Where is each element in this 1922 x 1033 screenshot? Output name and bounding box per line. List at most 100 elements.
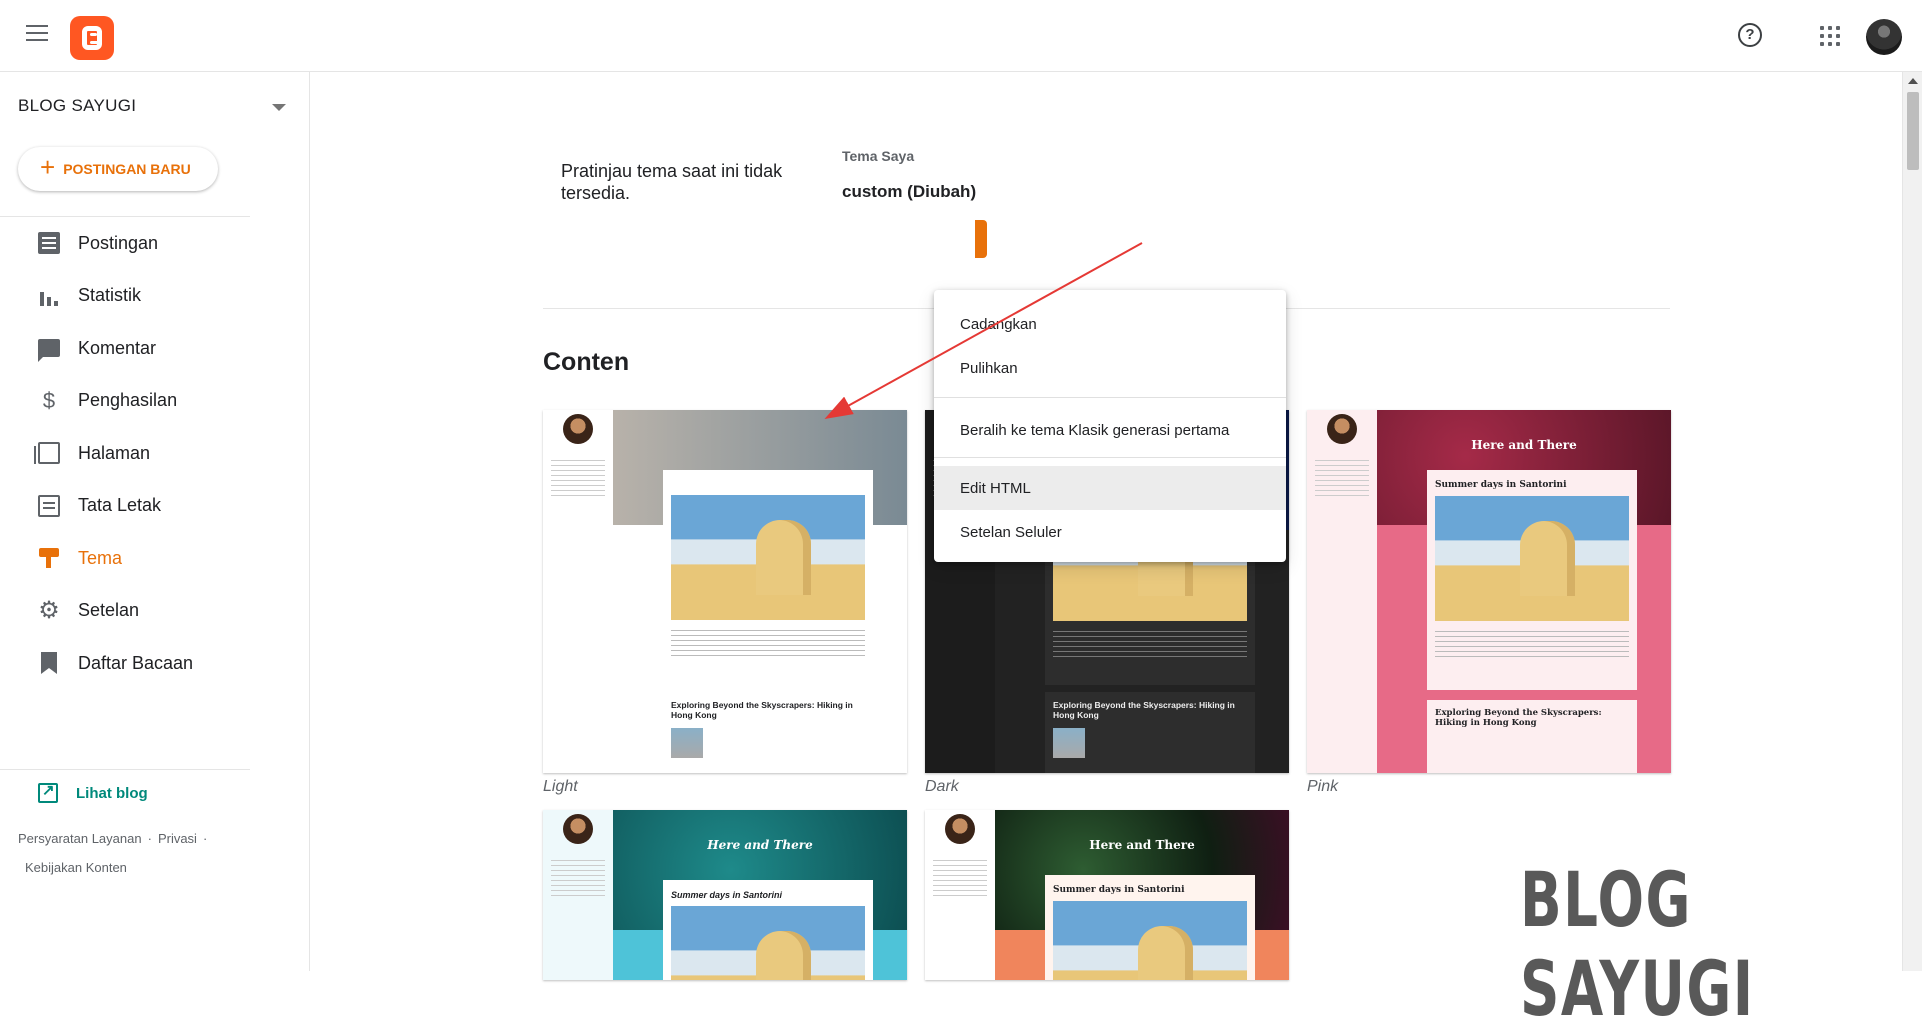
- stats-icon: [38, 285, 60, 307]
- sidebar-item-label: Komentar: [78, 337, 157, 358]
- main-content: Pratinjau tema saat ini tidak tersedia. …: [311, 72, 1901, 980]
- card-post-title: Summer days in Santorini: [671, 890, 783, 900]
- layout-icon: [38, 494, 60, 517]
- bookmark-icon: [41, 652, 57, 675]
- customize-button-edge[interactable]: [975, 220, 987, 258]
- my-theme-label: Tema Saya: [842, 148, 915, 164]
- view-blog-link[interactable]: Lihat blog: [38, 780, 148, 806]
- sidebar-item-label: Daftar Bacaan: [78, 652, 194, 673]
- preview-unavailable-message: Pratinjau tema saat ini tidak tersedia.: [561, 161, 783, 203]
- content-policy-link[interactable]: Kebijakan Konten: [25, 860, 127, 875]
- menu-item-backup[interactable]: Cadangkan: [934, 302, 1286, 346]
- menu-item-edit-html[interactable]: Edit HTML: [934, 466, 1286, 510]
- sidebar-item-label: Penghasilan: [78, 390, 178, 411]
- card-post-title-2: Exploring Beyond the Skyscrapers: Hiking…: [1435, 708, 1602, 728]
- sidebar-nav: Postingan Statistik Komentar $ Penghasil…: [0, 217, 250, 690]
- card-text-lines: [551, 460, 605, 500]
- card-post-image: [671, 495, 865, 620]
- my-theme-name: custom (Diubah): [842, 182, 977, 201]
- comment-icon: [38, 339, 60, 363]
- card-avatar: [945, 814, 975, 844]
- new-post-button[interactable]: + POSTINGAN BARU: [18, 147, 218, 191]
- theme-label-light: Light: [543, 778, 578, 795]
- card-text-lines: [1435, 631, 1629, 661]
- watermark: BLOG SAYUGI: [1520, 855, 1755, 1033]
- sidebar-item-statistik[interactable]: Statistik: [0, 270, 250, 323]
- blog-name: BLOG SAYUGI: [18, 96, 137, 115]
- card-thumb: [1053, 728, 1085, 758]
- sidebar-item-komentar[interactable]: Komentar: [0, 322, 250, 375]
- card-blog-title: Here and There: [707, 838, 813, 852]
- sidebar-item-label: Statistik: [78, 285, 142, 306]
- pages-icon: [34, 442, 60, 465]
- terms-link[interactable]: Persyaratan Layanan: [18, 831, 142, 846]
- sidebar-item-label: Tata Letak: [78, 495, 162, 516]
- theme-card-light[interactable]: Exploring Beyond the Skyscrapers: Hiking…: [543, 410, 907, 773]
- sidebar-item-setelan[interactable]: ⚙ Setelan: [0, 585, 250, 638]
- sidebar-item-tata-letak[interactable]: Tata Letak: [0, 480, 250, 533]
- sidebar-item-tema[interactable]: Tema: [0, 532, 250, 585]
- card-text-lines: [551, 860, 605, 900]
- gear-icon: ⚙: [38, 596, 60, 624]
- apps-grid-icon[interactable]: [1820, 26, 1840, 46]
- card-avatar: [563, 814, 593, 844]
- blog-selector[interactable]: BLOG SAYUGI: [18, 96, 288, 126]
- caret-down-icon: [272, 104, 286, 111]
- card-text-lines: [933, 860, 987, 900]
- sidebar-item-halaman[interactable]: Halaman: [0, 427, 250, 480]
- theme-card-teal[interactable]: Here and There Summer days in Santorini: [543, 810, 907, 980]
- sidebar-item-label: Halaman: [78, 442, 151, 463]
- card-blog-title: Here and There: [1471, 438, 1577, 452]
- card-post-title-2: Exploring Beyond the Skyscrapers: Hiking…: [1053, 700, 1235, 720]
- card-post-image: [1435, 496, 1629, 621]
- footer-links: Persyaratan Layanan · Privasi · Kebijakan K…: [18, 831, 208, 875]
- hamburger-icon[interactable]: [26, 25, 48, 43]
- menu-divider: [934, 457, 1286, 458]
- card-avatar: [1327, 414, 1357, 444]
- card-sidebar: [925, 810, 995, 980]
- card-avatar: [563, 414, 593, 444]
- view-blog-label: Lihat blog: [76, 784, 148, 802]
- card-post: Summer days in Santorini: [1045, 875, 1255, 980]
- theme-card-pink[interactable]: Here and There Summer days in Santorini …: [1307, 410, 1671, 773]
- card-post-title-2: Exploring Beyond the Skyscrapers: Hiking…: [671, 700, 853, 720]
- card-post: Summer days in Santorini: [1427, 470, 1637, 690]
- top-app-bar: ?: [0, 0, 1922, 72]
- dollar-icon: $: [42, 387, 56, 413]
- theme-paint-icon: [38, 547, 60, 569]
- vertical-scrollbar[interactable]: [1902, 72, 1922, 971]
- card-post-image: [671, 906, 865, 980]
- sidebar-item-label: Tema: [78, 547, 123, 568]
- help-circle-icon[interactable]: ?: [1738, 23, 1762, 47]
- card-post-2: Exploring Beyond the Skyscrapers: Hiking…: [663, 692, 873, 773]
- card-text-lines: [1315, 460, 1369, 500]
- privacy-link[interactable]: Privasi: [158, 831, 197, 846]
- blogger-logo-icon[interactable]: [70, 16, 114, 60]
- sidebar-item-daftar-bacaan[interactable]: Daftar Bacaan: [0, 637, 250, 690]
- new-post-label: POSTINGAN BARU: [63, 161, 191, 177]
- user-avatar[interactable]: [1866, 19, 1902, 55]
- posts-icon: [38, 232, 60, 255]
- card-blog-title: Here and There: [1089, 838, 1195, 852]
- sidebar-item-postingan[interactable]: Postingan: [0, 217, 250, 270]
- card-thumb: [671, 728, 703, 758]
- open-external-icon: [38, 781, 58, 803]
- menu-item-restore[interactable]: Pulihkan: [934, 346, 1286, 390]
- sidebar-item-label: Postingan: [78, 232, 159, 253]
- sidebar-item-label: Setelan: [78, 600, 140, 621]
- sidebar-item-penghasilan[interactable]: $ Penghasilan: [0, 375, 250, 428]
- card-post: [663, 470, 873, 685]
- card-post-2: Exploring Beyond the Skyscrapers: Hiking…: [1427, 700, 1637, 773]
- card-post: Summer days in Santorini: [663, 880, 873, 980]
- card-sidebar: [1307, 410, 1377, 773]
- scroll-up-arrow-icon[interactable]: [1908, 78, 1918, 84]
- card-post-title: Summer days in Santorini: [1053, 885, 1185, 895]
- card-sidebar: [543, 410, 613, 773]
- theme-card-tropical[interactable]: Here and There Summer days in Santorini: [925, 810, 1289, 980]
- card-text-lines: [1053, 631, 1247, 661]
- menu-item-mobile-settings[interactable]: Setelan Seluler: [934, 510, 1286, 554]
- scroll-thumb[interactable]: [1907, 92, 1919, 170]
- menu-item-switch-classic[interactable]: Beralih ke tema Klasik generasi pertama: [934, 408, 1286, 452]
- card-post-title: Summer days in Santorini: [1435, 480, 1567, 490]
- theme-options-menu: Cadangkan Pulihkan Beralih ke tema Klasi…: [934, 290, 1286, 562]
